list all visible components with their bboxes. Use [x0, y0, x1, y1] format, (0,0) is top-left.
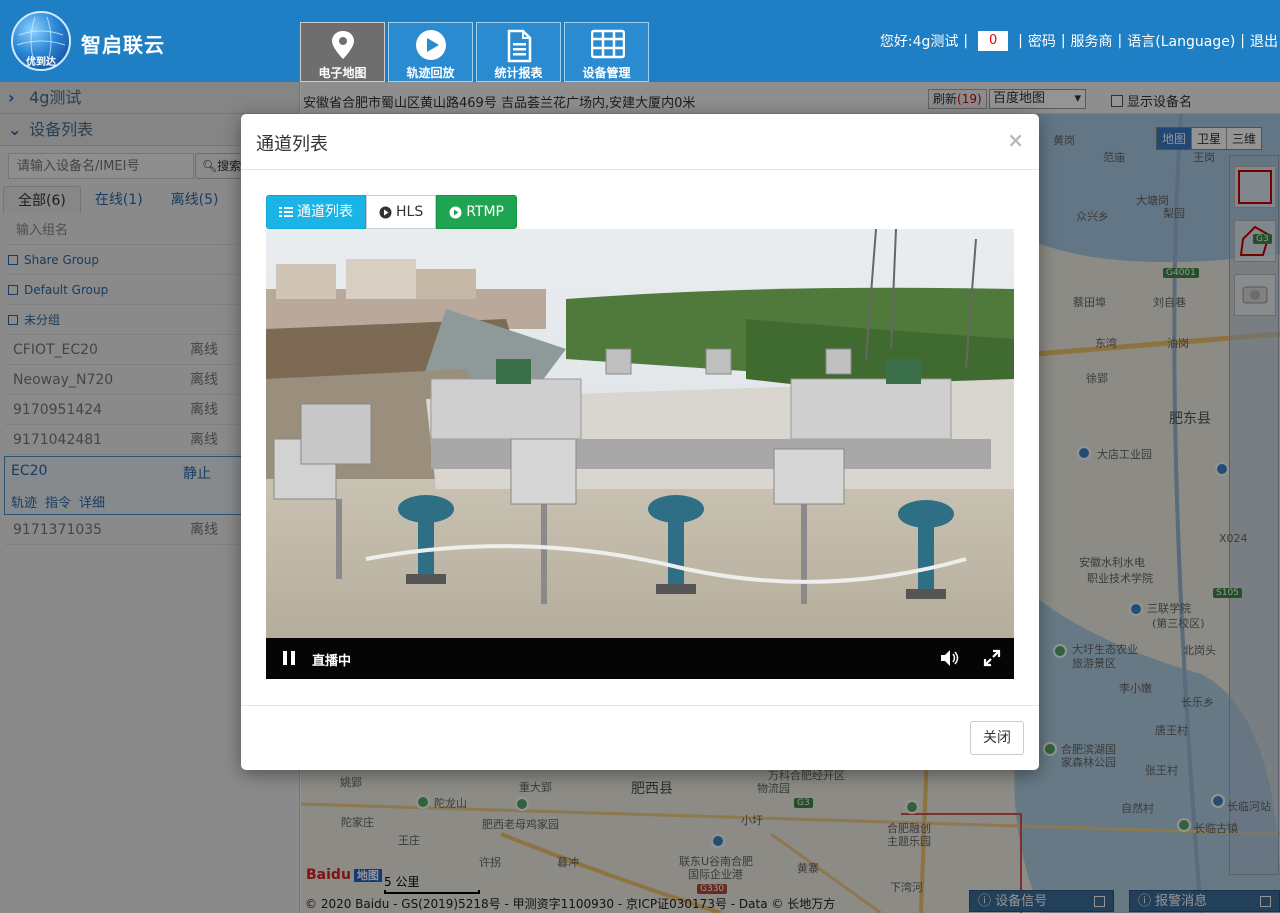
modal-header: 通道列表 × [241, 114, 1039, 170]
grid-table-icon [591, 29, 625, 59]
rtmp-label: RTMP [466, 204, 505, 220]
stream-mode-buttons: 通道列表 HLS RTMP [266, 195, 518, 229]
nav-label: 轨迹回放 [406, 66, 455, 80]
brand-name: 智启联云 [81, 33, 165, 57]
rtmp-button[interactable]: RTMP [436, 195, 518, 229]
nav-track-playback[interactable]: 轨迹回放 [388, 22, 473, 82]
nav-device-management[interactable]: 设备管理 [564, 22, 649, 82]
live-video-frame [266, 229, 1014, 638]
modal-title: 通道列表 [256, 134, 328, 155]
document-icon [507, 29, 532, 63]
alarm-count-badge[interactable]: 0 [978, 31, 1009, 51]
map-pin-icon [332, 31, 354, 59]
close-icon[interactable]: × [1007, 128, 1024, 152]
hls-label: HLS [396, 204, 424, 220]
nav-electronic-map[interactable]: 电子地图 [300, 22, 385, 82]
play-circle-icon [449, 206, 462, 218]
nav-label: 电子地图 [318, 66, 367, 80]
close-button[interactable]: 关闭 [970, 721, 1024, 755]
greeting: 您好:4g测试 [879, 34, 959, 50]
nav-statistics-report[interactable]: 统计报表 [476, 22, 561, 82]
nav-label: 设备管理 [582, 66, 631, 80]
logout-link[interactable]: 退出 [1250, 31, 1278, 51]
provider-link[interactable]: 服务商 [1071, 31, 1113, 51]
play-circle-icon [379, 206, 392, 218]
modal-footer: 关闭 [241, 705, 1039, 770]
video-controls: 直播中 [266, 638, 1014, 678]
app-logo: 优到达 [11, 11, 71, 71]
live-status: 直播中 [312, 654, 352, 669]
logo-subtext: 优到达 [26, 57, 56, 68]
top-header: 优到达 智启联云 电子地图 轨迹回放 统计报表 设备管理 您好:4g测试 | 0… [0, 0, 1280, 82]
fullscreen-icon[interactable] [983, 649, 1001, 667]
language-link[interactable]: 语言(Language) [1127, 31, 1235, 51]
play-circle-icon [416, 30, 446, 60]
nav-label: 统计报表 [494, 66, 543, 80]
channel-list-label: 通道列表 [297, 204, 353, 220]
main-nav: 电子地图 轨迹回放 统计报表 设备管理 [300, 22, 652, 82]
list-icon [279, 207, 293, 217]
video-player[interactable]: 直播中 [266, 229, 1014, 679]
channel-list-modal: 通道列表 × 通道列表 HLS RTMP 直播中 关闭 [241, 114, 1039, 770]
channel-list-button[interactable]: 通道列表 [266, 195, 366, 229]
volume-icon[interactable] [940, 649, 960, 667]
hls-button[interactable]: HLS [366, 195, 437, 229]
pause-icon[interactable] [282, 651, 296, 665]
password-link[interactable]: 密码 [1028, 31, 1056, 51]
user-bar: 您好:4g测试 | 0 | 密码 | 服务商 | 语言(Language) | … [879, 31, 1278, 51]
